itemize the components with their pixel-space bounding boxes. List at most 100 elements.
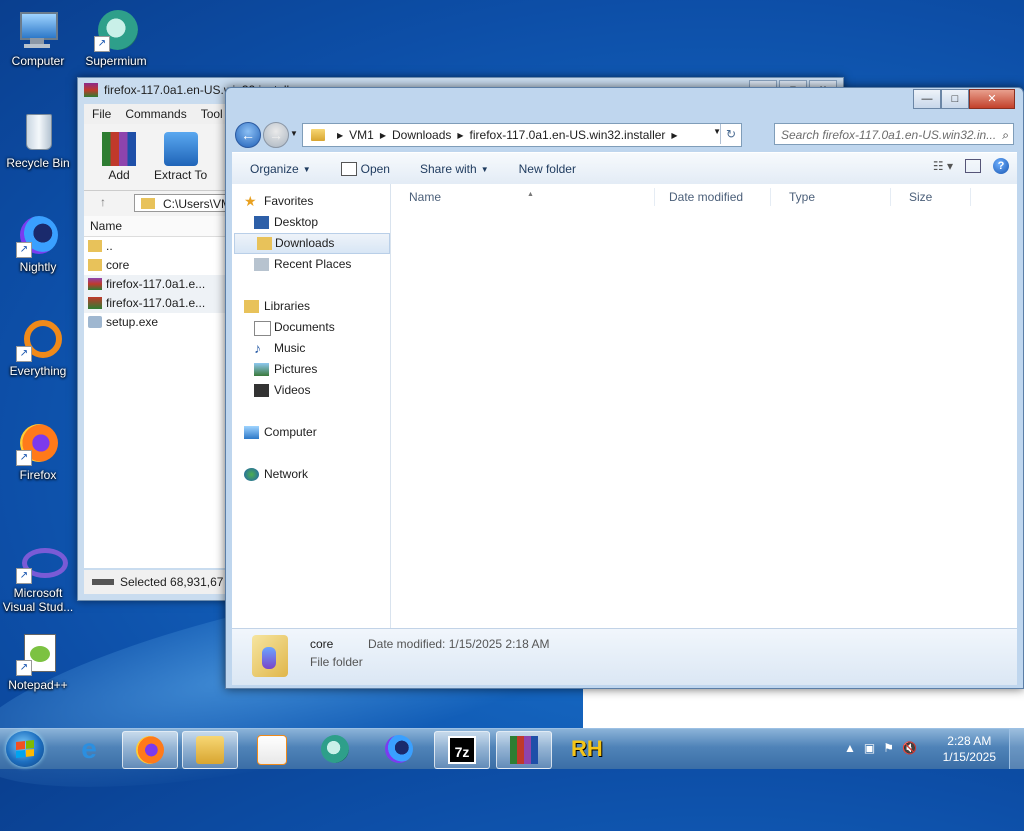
winrar-file-list[interactable]: Name .. core firefox-117.0a1.e... firefo… xyxy=(84,216,230,568)
new-folder-button[interactable]: New folder xyxy=(519,162,576,176)
taskbar-nightly[interactable] xyxy=(372,731,426,767)
back-button[interactable]: ← xyxy=(235,122,261,148)
file-list-pane[interactable]: Name ▲ Date modified Type Size xyxy=(391,184,1017,628)
explorer-window[interactable]: — □ ✕ ← → ▼ ▶ VM1 ▶ Downloads ▶ firefox-… xyxy=(225,87,1024,689)
show-hidden-icons-icon[interactable]: ▲ xyxy=(844,741,856,755)
nav-documents[interactable]: Documents xyxy=(232,318,390,337)
desktop-icon-notepad-plus-plus[interactable]: ↗ Notepad++ xyxy=(2,632,74,692)
shortcut-arrow-icon: ↗ xyxy=(16,346,32,362)
up-arrow-icon[interactable]: ↑ xyxy=(100,195,106,209)
help-icon[interactable]: ? xyxy=(993,158,1009,174)
star-icon: ★ xyxy=(244,193,257,209)
taskbar-7zip[interactable]: 7z xyxy=(434,731,490,769)
list-item[interactable]: firefox-117.0a1.e... xyxy=(84,294,230,313)
desktop-icon-label: Everything xyxy=(9,364,67,378)
recent-places-icon xyxy=(254,258,269,271)
breadcrumb-downloads[interactable]: Downloads xyxy=(392,128,451,142)
open-button[interactable]: Open xyxy=(340,162,390,176)
minimize-button[interactable]: — xyxy=(913,89,941,109)
everything-search-icon: ↗ xyxy=(16,318,62,362)
winrar-toolbar: Add Extract To xyxy=(84,124,230,192)
column-date-modified[interactable]: Date modified xyxy=(651,188,771,206)
search-input[interactable]: Search firefox-117.0a1.en-US.win32.in...… xyxy=(774,123,1014,145)
taskbar-supermium[interactable] xyxy=(308,731,362,767)
start-button[interactable] xyxy=(6,731,44,767)
taskbar-internet-explorer[interactable]: e xyxy=(62,731,116,767)
chevron-down-icon: ▼ xyxy=(302,164,311,174)
archive-add-icon xyxy=(102,132,136,166)
notepad-plus-plus-icon: ↗ xyxy=(16,632,60,676)
breadcrumb-installer[interactable]: firefox-117.0a1.en-US.win32.installer xyxy=(470,128,666,142)
taskbar-firefox[interactable] xyxy=(122,731,178,769)
nav-recent-places[interactable]: Recent Places xyxy=(232,255,390,274)
search-icon[interactable]: ⌕ xyxy=(1002,124,1009,144)
desktop-icon-label: Microsoft Visual Stud... xyxy=(2,586,74,614)
nav-desktop[interactable]: Desktop xyxy=(232,213,390,232)
taskbar-file-explorer[interactable] xyxy=(182,731,238,769)
desktop-icon-everything[interactable]: ↗ Everything xyxy=(2,318,74,378)
column-type[interactable]: Type xyxy=(771,188,891,206)
column-name[interactable]: Name ▲ xyxy=(391,188,655,206)
taskbar-resource-hacker[interactable]: RH xyxy=(558,731,612,767)
chevron-right-icon[interactable]: ▶ xyxy=(380,131,386,140)
nav-network[interactable]: Network xyxy=(232,465,380,484)
desktop-icon-recycle-bin[interactable]: Recycle Bin xyxy=(2,110,74,170)
supermium-icon: ↗ xyxy=(94,8,138,52)
desktop-icon-nightly[interactable]: ↗ Nightly xyxy=(2,214,74,274)
close-button[interactable]: ✕ xyxy=(969,89,1015,109)
nightly-icon xyxy=(385,735,413,763)
share-with-button[interactable]: Share with ▼ xyxy=(420,162,489,176)
chevron-right-icon[interactable]: ▶ xyxy=(457,131,463,140)
extract-to-button[interactable]: Extract To xyxy=(154,132,207,182)
network-tray-icon[interactable]: ▣ xyxy=(864,741,875,755)
desktop-icon-label: Notepad++ xyxy=(8,678,68,692)
organize-button[interactable]: Organize ▼ xyxy=(250,162,311,176)
column-size[interactable]: Size xyxy=(891,188,971,206)
nav-favorites[interactable]: ★ Favorites xyxy=(232,192,380,211)
window-controls: — □ ✕ xyxy=(913,89,1015,109)
forward-button[interactable]: → xyxy=(263,122,289,148)
nav-pictures[interactable]: Pictures xyxy=(232,360,390,379)
breadcrumb-vm1[interactable]: VM1 xyxy=(349,128,374,142)
desktop-icon-visual-studio[interactable]: ↗ Microsoft Visual Stud... xyxy=(2,540,74,614)
menu-commands[interactable]: Commands xyxy=(125,104,186,124)
drive-icon xyxy=(92,579,114,585)
address-bar[interactable]: ▶ VM1 ▶ Downloads ▶ firefox-117.0a1.en-U… xyxy=(302,123,742,147)
volume-muted-icon[interactable]: 🔇 xyxy=(902,741,917,755)
command-bar: Organize ▼ Open Share with ▼ New folder ☷ … xyxy=(232,152,1017,186)
view-options-icon[interactable]: ☷ ▾ xyxy=(933,159,953,173)
nav-computer[interactable]: Computer xyxy=(232,423,380,442)
add-button[interactable]: Add xyxy=(102,132,136,182)
chevron-right-icon[interactable]: ▶ xyxy=(337,131,343,140)
action-center-flag-icon[interactable]: ⚑ xyxy=(883,741,894,755)
taskbar-winrar[interactable] xyxy=(496,731,552,769)
preview-pane-icon[interactable] xyxy=(965,159,981,173)
nav-videos[interactable]: Videos xyxy=(232,381,390,400)
refresh-icon[interactable]: ↻ xyxy=(720,124,741,144)
list-item[interactable]: firefox-117.0a1.e... xyxy=(84,275,230,294)
clock[interactable]: 2:28 AM 1/15/2025 xyxy=(943,733,996,765)
winrar-path-field[interactable]: C:\Users\VM1 xyxy=(134,194,230,212)
recent-pages-dropdown[interactable]: ▼ xyxy=(290,129,298,138)
winrar-column-name[interactable]: Name xyxy=(84,216,230,237)
taskbar-media-player[interactable] xyxy=(244,731,298,767)
list-item[interactable]: core xyxy=(84,256,230,275)
list-item[interactable]: .. xyxy=(84,237,230,256)
chevron-right-icon[interactable]: ▶ xyxy=(671,131,677,140)
desktop-icon-supermium[interactable]: ↗ Supermium xyxy=(80,8,152,68)
nav-libraries[interactable]: Libraries xyxy=(232,297,380,316)
maximize-button[interactable]: □ xyxy=(941,89,969,109)
desktop-icon-firefox[interactable]: ↗ Firefox xyxy=(2,422,74,482)
desktop-icon-computer[interactable]: Computer xyxy=(2,8,74,68)
list-item[interactable]: setup.exe xyxy=(84,313,230,332)
menu-tools[interactable]: Tool xyxy=(201,104,223,124)
visual-studio-icon: ↗ xyxy=(16,540,68,584)
nav-downloads[interactable]: Downloads xyxy=(234,233,390,254)
show-desktop-button[interactable] xyxy=(1009,729,1024,769)
navigation-pane[interactable]: ★ Favorites Desktop Downloads Recent Plac… xyxy=(232,184,391,628)
menu-file[interactable]: File xyxy=(92,104,111,124)
folder-icon xyxy=(311,129,325,141)
taskbar: e 7z RH ▲ ▣ ⚑ 🔇 2:28 AM 1/15/2025 xyxy=(0,728,1024,769)
desktop-icon-label: Supermium xyxy=(85,54,147,68)
nav-music[interactable]: ♪ Music xyxy=(232,339,390,358)
